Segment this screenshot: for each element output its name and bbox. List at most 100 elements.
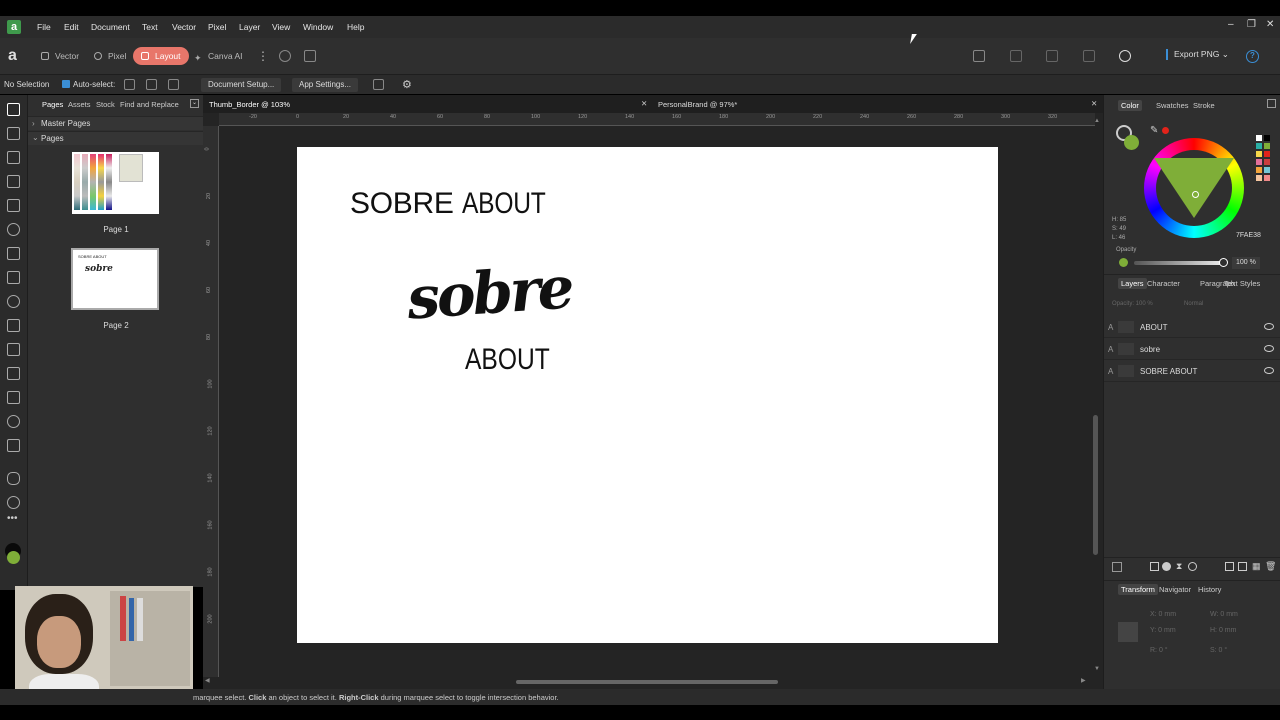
eyedropper-tool-icon[interactable] xyxy=(7,439,20,452)
fx-icon[interactable] xyxy=(1150,562,1159,571)
title-sobre-about[interactable]: SOBRE ABOUT xyxy=(350,187,563,221)
transparency-tool-icon[interactable] xyxy=(7,367,20,380)
frame-icon[interactable] xyxy=(973,50,985,62)
restore-icon[interactable]: ❐ xyxy=(1247,19,1256,30)
blend-mode-select[interactable]: Normal xyxy=(1184,301,1203,307)
menu-window[interactable]: Window xyxy=(303,22,333,32)
persona-vector[interactable]: Vector xyxy=(33,47,87,65)
align-icon[interactable] xyxy=(1083,50,1095,62)
horizontal-scrollbar[interactable] xyxy=(516,680,778,684)
y-field[interactable]: Y: 0 mm xyxy=(1150,627,1176,634)
live-filter-icon[interactable] xyxy=(1188,562,1197,571)
hex-field[interactable]: 7FAE38 xyxy=(1236,232,1261,239)
page-2-thumbnail[interactable]: SOBRE ABOUT sobre xyxy=(71,248,159,310)
palette-swatch[interactable] xyxy=(1256,135,1262,141)
scroll-right-icon[interactable]: ▶ xyxy=(1081,677,1086,684)
tab-transform[interactable]: Transform xyxy=(1118,584,1158,595)
menu-vector[interactable]: Vector xyxy=(172,22,196,32)
tab-history[interactable]: History xyxy=(1198,585,1221,594)
menu-edit[interactable]: Edit xyxy=(64,22,79,32)
tab-character[interactable]: Character xyxy=(1147,279,1180,288)
mask-icon[interactable] xyxy=(1162,562,1171,571)
persona-layout[interactable]: Layout xyxy=(133,47,189,65)
picture-frame-tool-icon[interactable] xyxy=(7,271,20,284)
table-tool-icon[interactable] xyxy=(7,175,20,188)
recent-color-swatch[interactable] xyxy=(1162,127,1169,134)
visibility-eye-icon[interactable] xyxy=(1264,367,1274,374)
menu-help[interactable]: Help xyxy=(347,22,364,32)
flip-icon[interactable] xyxy=(1046,50,1058,62)
script-sobre-text[interactable]: sobre xyxy=(405,253,574,332)
artistic-text-tool-icon[interactable] xyxy=(7,199,20,212)
tab-stock[interactable]: Stock xyxy=(96,100,115,109)
close-window-icon[interactable]: ✕ xyxy=(1266,19,1274,30)
tab-stroke[interactable]: Stroke xyxy=(1193,101,1215,110)
close-tab-icon[interactable]: ✕ xyxy=(641,99,647,108)
pages-header[interactable]: ⌄ Pages xyxy=(28,131,204,145)
color-triangle[interactable] xyxy=(1154,158,1234,218)
hand-tool-icon[interactable] xyxy=(7,472,20,485)
persona-pixel[interactable]: Pixel xyxy=(86,47,134,65)
menu-view[interactable]: View xyxy=(272,22,290,32)
autoselect-checkbox[interactable]: Auto-select: xyxy=(62,80,115,89)
crop-tool-icon[interactable] xyxy=(7,343,20,356)
tab-pages[interactable]: Pages xyxy=(42,100,63,109)
settings-gear-icon[interactable]: ⚙ xyxy=(402,78,412,91)
add-layer-icon[interactable] xyxy=(1238,562,1247,571)
master-pages-header[interactable]: › Master Pages xyxy=(28,116,204,130)
document-setup-button[interactable]: Document Setup... xyxy=(201,78,282,92)
page-1-thumbnail[interactable] xyxy=(72,152,159,214)
x-field[interactable]: X: 0 mm xyxy=(1150,611,1176,618)
export-button[interactable]: Export PNG ⌄ xyxy=(1166,49,1229,60)
palette-swatch[interactable] xyxy=(1264,151,1270,157)
tab-assets[interactable]: Assets xyxy=(68,100,91,109)
layer-row[interactable]: A sobre xyxy=(1104,339,1280,360)
shear-field[interactable]: S: 0 ° xyxy=(1210,647,1227,654)
layer-row[interactable]: A ABOUT xyxy=(1104,317,1280,338)
palette-swatch[interactable] xyxy=(1264,143,1270,149)
about-subtext[interactable]: ABOUT xyxy=(465,343,550,377)
fill-color-swatch[interactable] xyxy=(7,551,20,564)
layer-options-icon[interactable] xyxy=(1112,562,1122,572)
move-tool-icon[interactable] xyxy=(7,103,20,116)
panel-menu-icon[interactable] xyxy=(1267,99,1276,108)
h-field[interactable]: H: 0 mm xyxy=(1210,627,1236,634)
color-handle[interactable] xyxy=(1192,191,1199,198)
scroll-down-icon[interactable]: ▼ xyxy=(1094,666,1100,672)
layer-row[interactable]: A SOBRE ABOUT xyxy=(1104,361,1280,382)
vertical-scrollbar[interactable] xyxy=(1093,415,1098,555)
arrange-icon[interactable] xyxy=(1010,50,1022,62)
tab-layers[interactable]: Layers xyxy=(1118,278,1147,289)
scroll-up-icon[interactable]: ▲ xyxy=(1094,118,1100,124)
close-tab-icon[interactable]: ✕ xyxy=(1091,99,1097,108)
persona-canva-ai[interactable]: ✦ Canva AI xyxy=(186,47,251,65)
palette-swatch[interactable] xyxy=(1256,167,1262,173)
app-settings-button[interactable]: App Settings... xyxy=(292,78,359,92)
page-canvas[interactable]: SOBRE ABOUT sobre ABOUT xyxy=(297,147,998,643)
tab-swatches[interactable]: Swatches xyxy=(1156,101,1189,110)
ellipse-frame-tool-icon[interactable] xyxy=(7,295,20,308)
frame-text-tool-icon[interactable] xyxy=(7,151,20,164)
doc-tab-thumb-border[interactable]: Thumb_Border @ 103% xyxy=(209,100,290,109)
fill-well[interactable] xyxy=(1124,135,1139,150)
visibility-eye-icon[interactable] xyxy=(1264,345,1274,352)
menu-pixel[interactable]: Pixel xyxy=(208,22,226,32)
select-mode-icon[interactable] xyxy=(124,79,135,90)
opacity-slider-handle[interactable] xyxy=(1219,258,1228,267)
tab-navigator[interactable]: Navigator xyxy=(1159,585,1191,594)
zoom-tool-icon[interactable] xyxy=(7,496,20,509)
sync-icon[interactable] xyxy=(279,50,291,62)
brush-tool-icon[interactable] xyxy=(7,415,20,428)
palette-swatch[interactable] xyxy=(1264,167,1270,173)
palette-swatch[interactable] xyxy=(1256,175,1262,181)
palette-swatch[interactable] xyxy=(1256,151,1262,157)
menu-file[interactable]: File xyxy=(37,22,51,32)
anchor-point-icon[interactable] xyxy=(1118,622,1138,642)
tab-color[interactable]: Color xyxy=(1118,100,1142,111)
fill-tool-icon[interactable] xyxy=(7,391,20,404)
more-icon[interactable]: ⋮ xyxy=(257,49,269,63)
palette-swatch[interactable] xyxy=(1264,135,1270,141)
layer-opacity[interactable]: Opacity: 100 % xyxy=(1112,301,1153,307)
snapping-icon[interactable] xyxy=(1119,50,1131,62)
spread-icon[interactable] xyxy=(373,79,384,90)
